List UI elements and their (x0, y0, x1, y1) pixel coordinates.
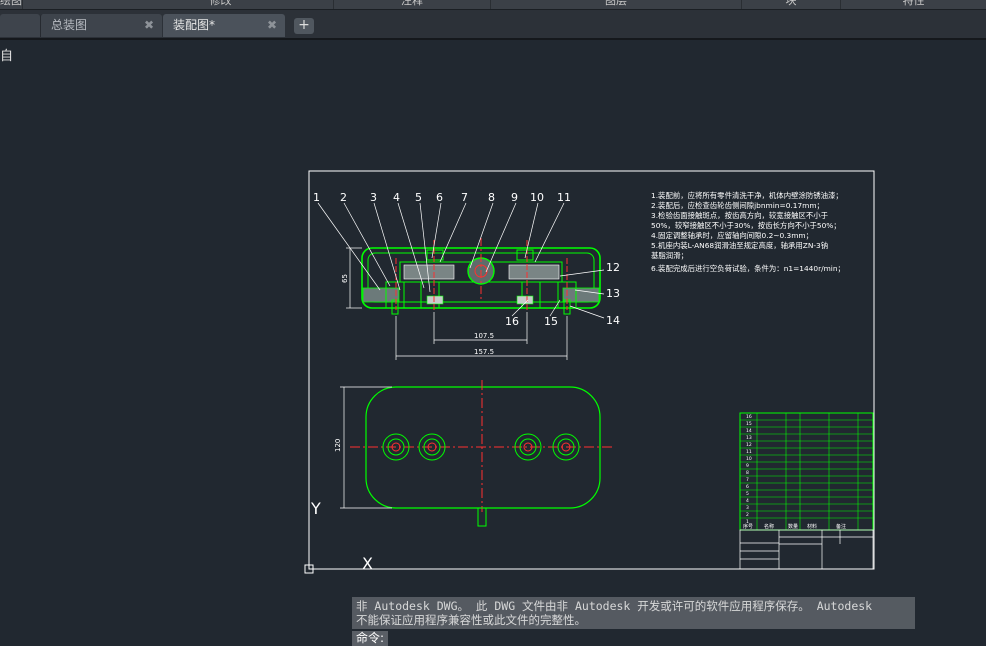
front-section-view (361, 238, 601, 315)
tab-start-partial[interactable] (0, 14, 40, 37)
ribbon-panel-label: 特性 (902, 0, 925, 7)
table-header: 材料 (807, 523, 817, 530)
close-icon[interactable]: ✖ (267, 14, 277, 37)
dimension-text: 65 (341, 274, 349, 283)
technical-requirements: 1.装配前，应将所有零件清洗干净，机体内壁涂防锈油漆； 2.装配后，应检查齿轮齿… (651, 191, 845, 273)
part-number: 16 (505, 315, 519, 328)
table-cell: 12 (746, 442, 752, 448)
part-number: 4 (393, 191, 400, 204)
dimension-text: 120 (334, 439, 342, 452)
table-header: 备注 (836, 523, 846, 530)
requirement-line: 4.固定调整轴承时，应留轴向间隙0.2~0.3mm； (651, 231, 813, 240)
close-icon[interactable]: ✖ (144, 14, 154, 37)
drawing-canvas[interactable]: 1 2 3 4 5 6 7 8 9 10 11 12 13 14 16 15 6… (0, 40, 986, 646)
tab-label: 装配图* (173, 18, 216, 32)
part-number: 12 (606, 261, 620, 274)
table-header: 序号 (743, 523, 753, 530)
ribbon-panel-layers[interactable]: 图层 (491, 0, 742, 9)
tab-label: 总装图 (51, 18, 88, 32)
part-number: 7 (461, 191, 468, 204)
ribbon-panel-draw[interactable]: 绘图 (0, 0, 23, 9)
table-cell: 3 (746, 505, 749, 511)
title-block (739, 529, 874, 570)
command-history: 非 Autodesk DWG。 此 DWG 文件由非 Autodesk 开发或许… (352, 597, 915, 629)
command-history-line: 非 Autodesk DWG。 此 DWG 文件由非 Autodesk 开发或许… (356, 599, 873, 613)
table-cell: 11 (746, 449, 752, 455)
table-cell: 8 (746, 470, 749, 476)
table-cell: 2 (746, 512, 749, 518)
requirement-line: 6.装配完成后进行空负荷试验，条件为：n1=1440r/min； (651, 264, 845, 273)
table-cell: 16 (746, 414, 752, 420)
table-header: 数量 (788, 523, 798, 530)
ribbon-panel-properties[interactable]: 特性 (841, 0, 986, 9)
ribbon-panel-label: 注释 (401, 0, 423, 7)
part-number: 5 (415, 191, 422, 204)
table-cell: 14 (746, 428, 752, 434)
table-cell: 15 (746, 421, 752, 427)
ribbon-panel-label: 块 (785, 0, 797, 7)
new-tab-button[interactable]: + (294, 18, 314, 34)
part-number: 15 (544, 315, 558, 328)
requirement-line: 基脂润滑； (651, 251, 688, 260)
requirement-line: 5.机座内装L-AN68润滑油至规定高度，轴承用ZN-3钠 (651, 241, 828, 250)
table-cell: 7 (746, 477, 749, 483)
ribbon-panel-modify[interactable]: 修改 (108, 0, 334, 9)
table-cell: 6 (746, 484, 749, 490)
part-number: 1 (313, 191, 320, 204)
table-cell: 9 (746, 463, 749, 469)
ucs-icon (304, 515, 360, 574)
dimension-text: 157.5 (474, 348, 494, 356)
table-cell: 10 (746, 456, 752, 462)
ribbon-panel-label: 图层 (605, 0, 627, 7)
ribbon-panel-annotate[interactable]: 注释 (334, 0, 491, 9)
table-cell: 13 (746, 435, 752, 441)
ucs-y-label: Y (310, 499, 321, 518)
part-number: 11 (557, 191, 571, 204)
requirement-line: 2.装配后，应检查齿轮齿侧间隙jbnmin=0.17mm； (651, 201, 824, 210)
tab-assembly-drawing-active[interactable]: 装配图* ✖ (163, 14, 285, 37)
tab-assembly-overview[interactable]: 总装图 ✖ (40, 14, 162, 37)
ucs-x-label: X (362, 554, 373, 573)
ribbon-panel-label: 绘图 (0, 0, 22, 7)
part-number: 14 (606, 314, 620, 327)
parts-list-table: 16 15 14 13 12 11 10 9 8 7 6 5 4 3 2 1 序… (739, 412, 874, 531)
table-cell: 4 (746, 498, 749, 504)
dimension-texts: 65 107.5 157.5 120 (334, 274, 494, 452)
part-number: 13 (606, 287, 620, 300)
command-history-line: 不能保证应用程序兼容性或此文件的完整性。 (356, 613, 586, 627)
table-cell: 5 (746, 491, 749, 497)
ribbon-strip: 绘图 修改 注释 图层 块 特性 (0, 0, 986, 10)
dimension-text: 107.5 (474, 332, 494, 340)
requirement-line: 50%，较窄接触区不小于30%，按齿长方向不小于50%； (651, 221, 841, 230)
part-number: 8 (488, 191, 495, 204)
table-header: 名称 (764, 523, 774, 530)
top-view (340, 380, 612, 527)
ribbon-panel-label: 修改 (209, 0, 232, 7)
part-number: 6 (436, 191, 443, 204)
requirement-line: 1.装配前，应将所有零件清洗干净，机体内壁涂防锈油漆； (651, 191, 843, 200)
ribbon-panel-block[interactable]: 块 (742, 0, 841, 9)
part-number: 9 (511, 191, 518, 204)
command-prompt[interactable]: 命令: (352, 631, 389, 646)
part-number: 3 (370, 191, 377, 204)
part-number: 2 (340, 191, 347, 204)
requirement-line: 3.检验齿面接触斑点，按齿高方向，较宽接触区不小于 (651, 211, 828, 220)
part-leaders (317, 202, 605, 319)
part-number: 10 (530, 191, 544, 204)
file-tab-bar: 总装图 ✖ 装配图* ✖ + (0, 10, 986, 38)
